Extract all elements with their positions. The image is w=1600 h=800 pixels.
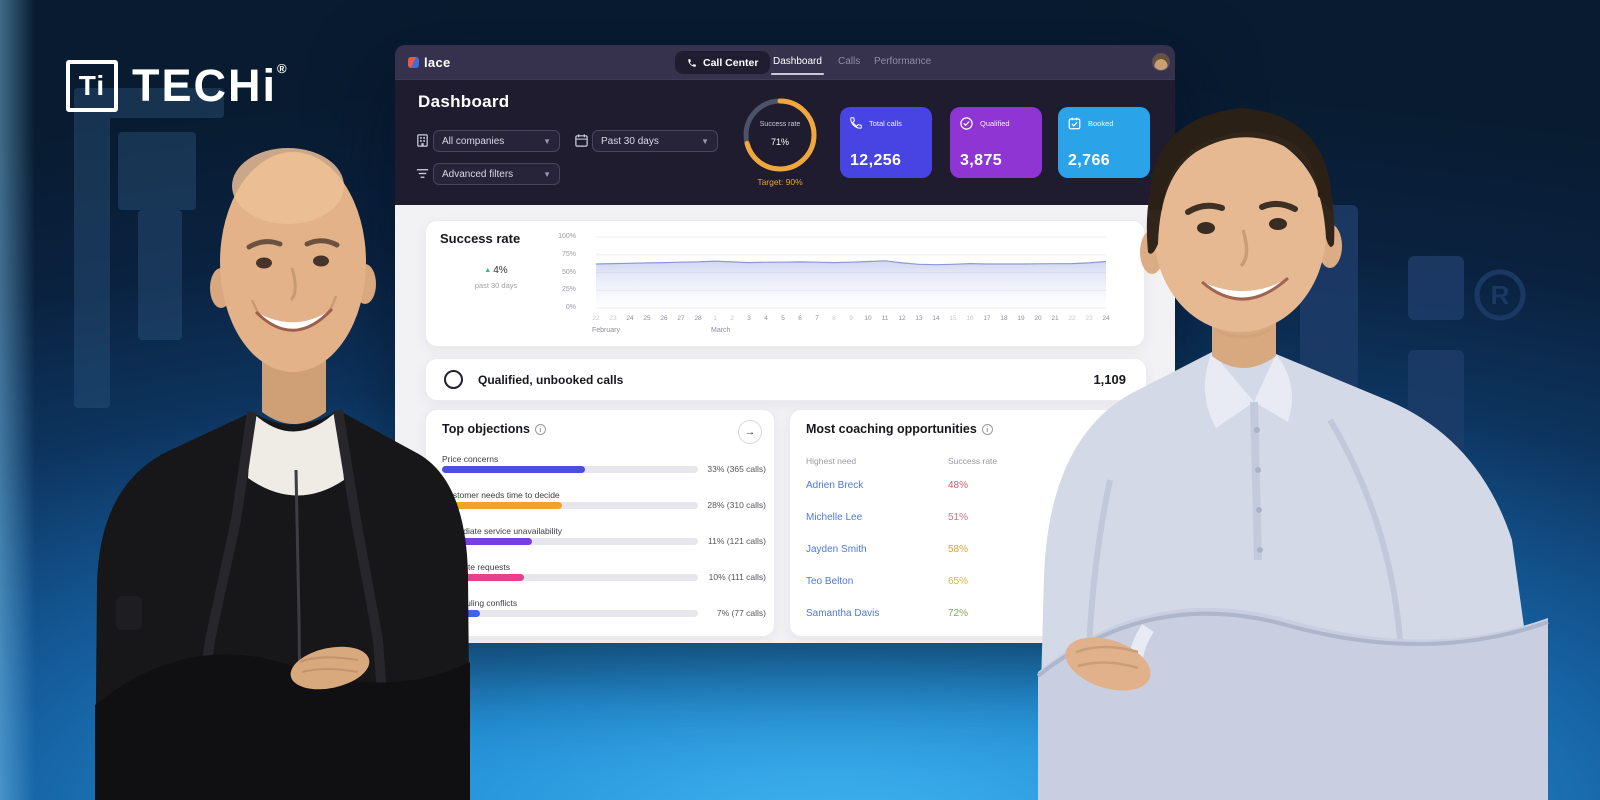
person-right — [1038, 108, 1548, 800]
promo-canvas: R Ti TECHi® lace Call Center Dashboard C… — [0, 0, 1600, 800]
people-overlay — [0, 0, 1600, 800]
person-left — [95, 148, 470, 800]
